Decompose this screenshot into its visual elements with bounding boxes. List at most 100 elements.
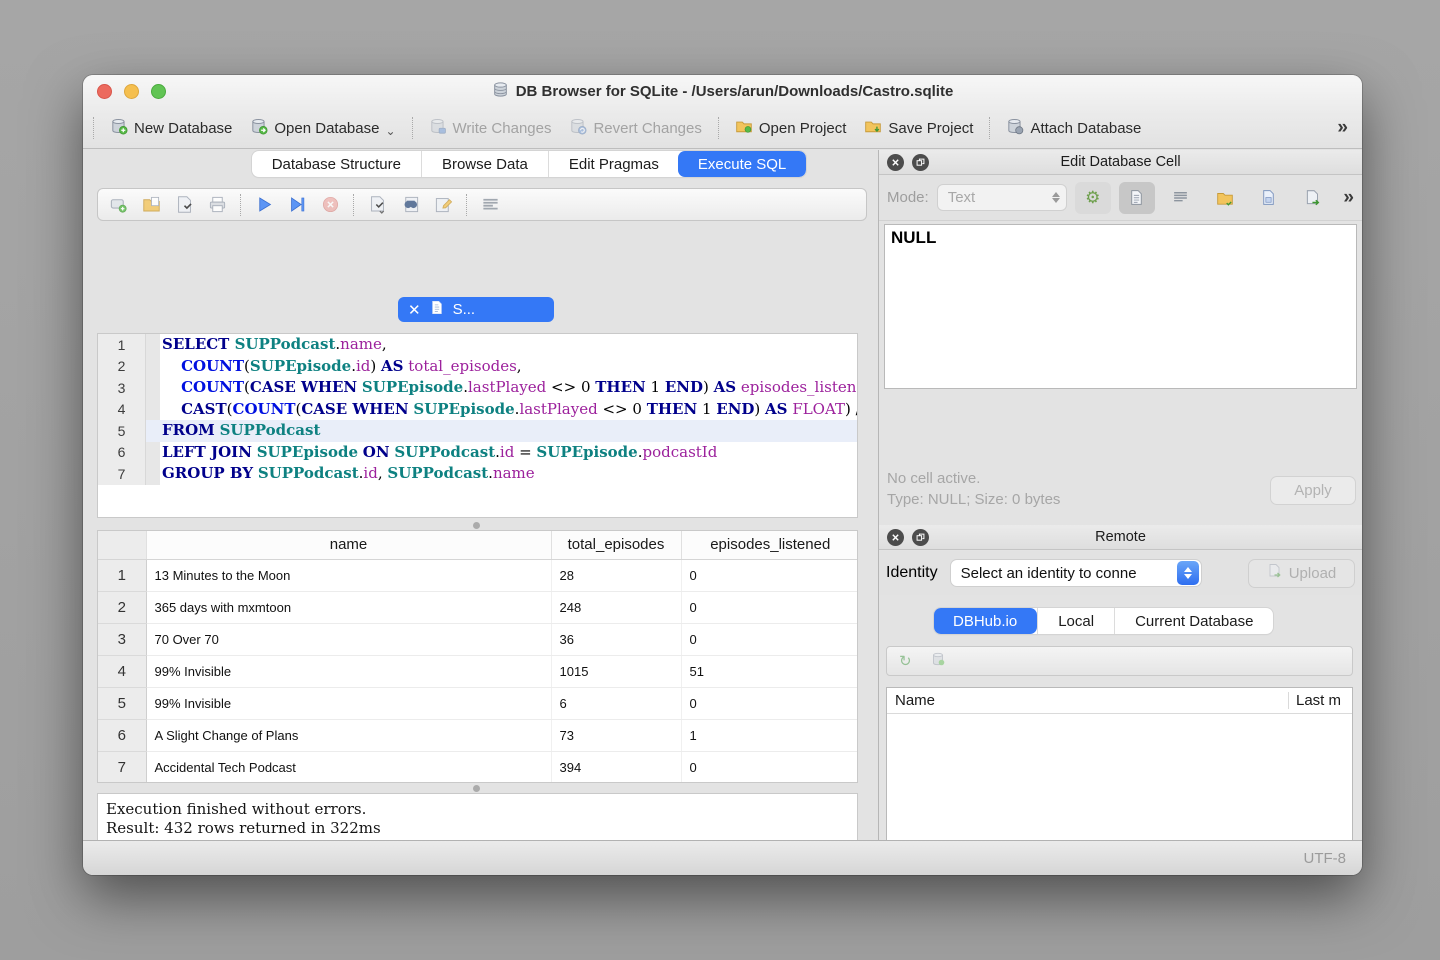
save-project-button[interactable]: Save Project	[862, 113, 975, 143]
save-sql-file-icon[interactable]	[174, 195, 194, 215]
execute-line-icon[interactable]	[287, 195, 307, 215]
identity-select[interactable]: Select an identity to conne	[950, 559, 1202, 587]
cell-total-episodes[interactable]: 394	[551, 751, 681, 783]
editor-line-3[interactable]: 3 COUNT(CASE WHEN SUPEpisode.lastPlayed …	[98, 377, 857, 399]
cell-name[interactable]: 70 Over 70	[146, 623, 551, 655]
cell-episodes-listened[interactable]: 0	[681, 623, 858, 655]
table-row[interactable]: 370 Over 70360	[98, 623, 858, 655]
open-sql-file-icon[interactable]	[141, 195, 161, 215]
remote-tab-dbhub-io[interactable]: DBHub.io	[934, 608, 1037, 634]
table-row[interactable]: 6A Slight Change of Plans731	[98, 719, 858, 751]
traffic-lights	[97, 84, 166, 99]
cell-episodes-listened[interactable]: 0	[681, 559, 858, 591]
splitter-handle[interactable]	[473, 522, 480, 529]
editor-line-4[interactable]: 4 CAST(COUNT(CASE WHEN SUPEpisode.lastPl…	[98, 399, 857, 421]
import-file-button[interactable]	[1207, 182, 1243, 214]
splitter-handle[interactable]	[473, 785, 480, 792]
cell-episodes-listened[interactable]: 0	[681, 687, 858, 719]
sql-document-tab[interactable]: ✕ S...	[398, 297, 554, 322]
cell-name[interactable]: 365 days with mxmtoon	[146, 591, 551, 623]
clone-database-icon[interactable]	[930, 651, 946, 672]
cell-episodes-listened[interactable]: 0	[681, 751, 858, 783]
float-dock-icon[interactable]	[912, 529, 929, 546]
editor-line-5[interactable]: 5FROM SUPPodcast	[98, 420, 857, 442]
close-sql-tab-icon[interactable]: ✕	[408, 301, 421, 319]
revert-changes-button[interactable]: Revert Changes	[567, 113, 703, 143]
text-block-icon[interactable]	[480, 195, 500, 215]
editor-line-7[interactable]: 7GROUP BY SUPPodcast.id, SUPPodcast.name	[98, 463, 857, 485]
import-data-button[interactable]: ⚙	[1075, 182, 1111, 214]
close-dock-icon[interactable]	[887, 529, 904, 546]
remote-column-last-modified[interactable]: Last m	[1288, 692, 1352, 709]
mode-select[interactable]: Text	[937, 184, 1067, 211]
execute-all-icon[interactable]	[254, 195, 274, 215]
word-wrap-button[interactable]	[1163, 182, 1199, 214]
table-row[interactable]: 599% Invisible60	[98, 687, 858, 719]
tab-execute-sql[interactable]: Execute SQL	[678, 151, 806, 177]
cell-total-episodes[interactable]: 248	[551, 591, 681, 623]
cell-episodes-listened[interactable]: 1	[681, 719, 858, 751]
column-header-episodes-listened[interactable]: episodes_listened	[681, 531, 858, 559]
stop-icon[interactable]	[320, 195, 340, 215]
save-results-icon[interactable]	[367, 195, 387, 215]
upload-button[interactable]: Upload	[1248, 559, 1355, 588]
table-row[interactable]: 499% Invisible101551	[98, 655, 858, 687]
tab-database-structure[interactable]: Database Structure	[252, 151, 421, 177]
row-number: 6	[98, 719, 146, 751]
cell-content-editor[interactable]: NULL	[884, 224, 1357, 389]
encoding-indicator[interactable]: UTF-8	[1304, 850, 1347, 867]
stepper-icon	[1052, 192, 1060, 203]
cell-total-episodes[interactable]: 1015	[551, 655, 681, 687]
zoom-window-button[interactable]	[151, 84, 166, 99]
refresh-icon[interactable]: ↻	[899, 652, 912, 670]
remote-tab-current-database[interactable]: Current Database	[1114, 608, 1273, 634]
table-row[interactable]: 7Accidental Tech Podcast3940	[98, 751, 858, 783]
close-window-button[interactable]	[97, 84, 112, 99]
table-row[interactable]: 2365 days with mxmtoon2480	[98, 591, 858, 623]
cell-name[interactable]: 99% Invisible	[146, 687, 551, 719]
column-header-total-episodes[interactable]: total_episodes	[551, 531, 681, 559]
write-changes-button[interactable]: Write Changes	[427, 113, 554, 143]
tab-edit-pragmas[interactable]: Edit Pragmas	[548, 151, 679, 177]
cell-episodes-listened[interactable]: 51	[681, 655, 858, 687]
close-dock-icon[interactable]	[887, 154, 904, 171]
results-grid[interactable]: name total_episodes episodes_listened 11…	[97, 530, 858, 783]
cell-name[interactable]: Accidental Tech Podcast	[146, 751, 551, 783]
text-view-button[interactable]	[1119, 182, 1155, 214]
new-database-button[interactable]: New Database	[108, 113, 234, 143]
export-cell-button[interactable]	[1295, 182, 1331, 214]
cell-total-episodes[interactable]: 6	[551, 687, 681, 719]
format-sql-icon[interactable]	[433, 195, 453, 215]
save-cell-button[interactable]	[1251, 182, 1287, 214]
open-tab-icon[interactable]	[108, 195, 128, 215]
find-replace-icon[interactable]	[400, 195, 420, 215]
column-header-name[interactable]: name	[146, 531, 551, 559]
new-database-icon	[110, 117, 128, 139]
attach-database-button[interactable]: Attach Database	[1004, 113, 1143, 143]
remote-column-name[interactable]: Name	[887, 692, 1288, 709]
print-icon[interactable]	[207, 195, 227, 215]
editor-line-6[interactable]: 6LEFT JOIN SUPEpisode ON SUPPodcast.id =…	[98, 442, 857, 464]
open-database-button[interactable]: Open Database ⌄	[248, 113, 397, 143]
editor-line-2[interactable]: 2 COUNT(SUPEpisode.id) AS total_episodes…	[98, 356, 857, 378]
open-project-button[interactable]: Open Project	[733, 113, 849, 143]
row-number: 2	[98, 591, 146, 623]
toolbar-overflow-button[interactable]: »	[1337, 117, 1352, 139]
window-title-text: DB Browser for SQLite - /Users/arun/Down…	[516, 83, 954, 100]
remote-tab-local[interactable]: Local	[1037, 608, 1114, 634]
cell-name[interactable]: A Slight Change of Plans	[146, 719, 551, 751]
table-row[interactable]: 113 Minutes to the Moon280	[98, 559, 858, 591]
tab-browse-data[interactable]: Browse Data	[421, 151, 548, 177]
editor-line-1[interactable]: 1SELECT SUPPodcast.name,	[98, 334, 857, 356]
minimize-window-button[interactable]	[124, 84, 139, 99]
cell-name[interactable]: 99% Invisible	[146, 655, 551, 687]
cell-toolbar-overflow-button[interactable]: »	[1343, 187, 1354, 209]
apply-button[interactable]: Apply	[1270, 476, 1356, 505]
sql-editor[interactable]: 1SELECT SUPPodcast.name,2 COUNT(SUPEpiso…	[97, 333, 858, 518]
cell-episodes-listened[interactable]: 0	[681, 591, 858, 623]
cell-total-episodes[interactable]: 73	[551, 719, 681, 751]
cell-total-episodes[interactable]: 36	[551, 623, 681, 655]
cell-name[interactable]: 13 Minutes to the Moon	[146, 559, 551, 591]
cell-total-episodes[interactable]: 28	[551, 559, 681, 591]
float-dock-icon[interactable]	[912, 154, 929, 171]
